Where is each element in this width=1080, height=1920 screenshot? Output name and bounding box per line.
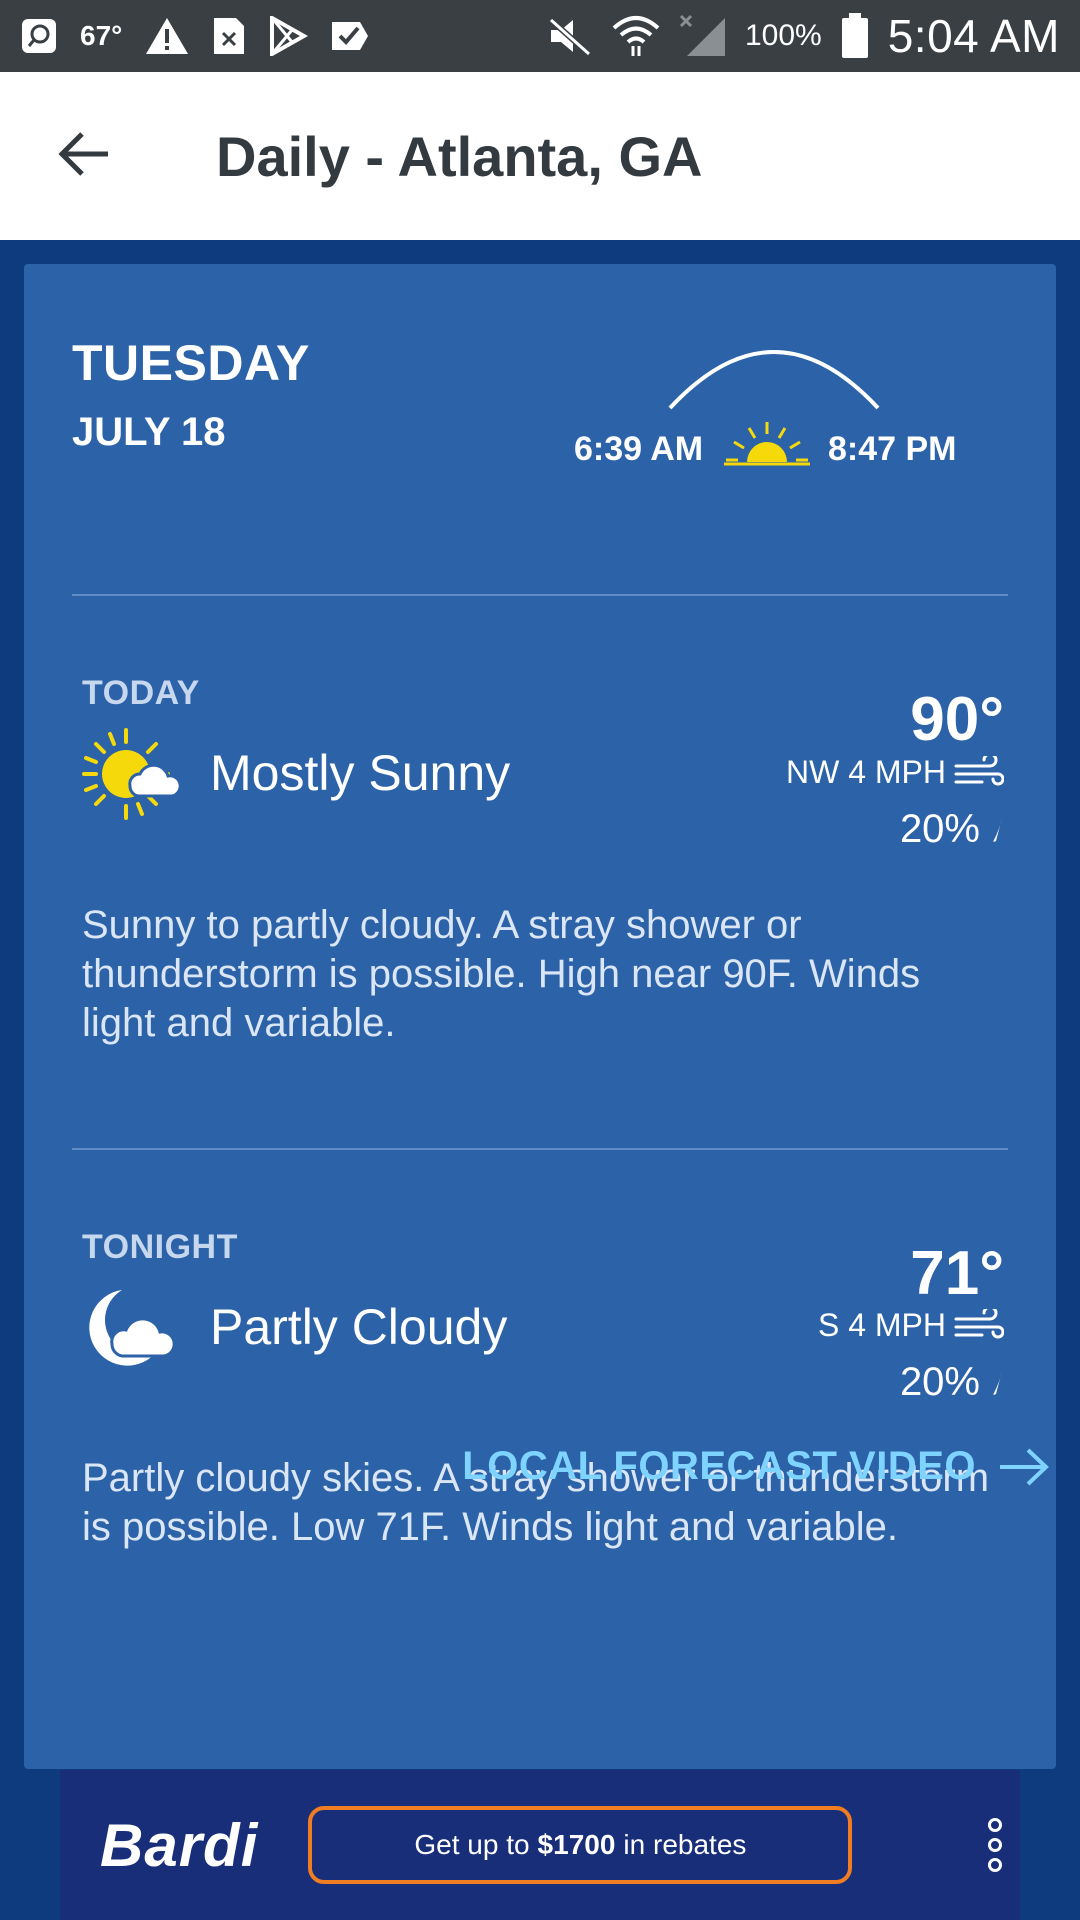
sunrise-time: 6:39 AM <box>574 430 704 468</box>
status-temperature: 67° <box>80 20 123 51</box>
raindrop-icon <box>993 1370 1002 1395</box>
back-arrow-icon <box>58 131 110 181</box>
cell-signal-icon <box>679 14 727 58</box>
ad-cta-prefix: Get up to <box>414 1829 530 1860</box>
ad-options-icon[interactable] <box>988 1818 1002 1872</box>
status-bar: 67° 100% 5:04 AM <box>0 0 1080 72</box>
check-icon <box>330 16 370 56</box>
mostly-sunny-icon <box>82 728 182 820</box>
app-bar: Daily - Atlanta, GA <box>0 72 1080 240</box>
sun-arc-icon <box>668 350 880 410</box>
back-button[interactable] <box>44 116 124 196</box>
play-store-icon <box>268 16 309 56</box>
wifi-icon <box>611 14 661 58</box>
battery-percent: 100% <box>744 19 822 52</box>
narrative-today: Sunny to partly cloudy. A stray shower o… <box>82 903 921 1045</box>
status-time: 5:04 AM <box>887 10 1060 62</box>
ad-cta-button[interactable]: Get up to $1700 in rebates <box>308 1806 853 1884</box>
wind-tonight: S 4 MPH <box>818 1307 1004 1344</box>
divider <box>72 594 1008 596</box>
sim-error-icon <box>212 16 246 56</box>
local-forecast-video-link[interactable]: LOCAL FORECAST VIDEO <box>462 1444 1050 1489</box>
ad-cta-suffix: in rebates <box>623 1829 747 1860</box>
sunset-time: 8:47 PM <box>828 430 957 468</box>
page-title: Daily - Atlanta, GA <box>216 124 703 188</box>
wind-today: NW 4 MPH <box>786 754 1004 791</box>
ad-cta-amount: $1700 <box>537 1829 616 1860</box>
warning-icon <box>144 16 190 56</box>
wind-icon <box>954 755 1004 785</box>
condition-tonight: Partly Cloudy <box>210 1299 508 1355</box>
day-date: JULY 18 <box>72 410 226 454</box>
sunrise-sun-icon <box>724 422 810 466</box>
day-name: TUESDAY <box>72 335 310 391</box>
battery-icon <box>840 13 870 59</box>
wind-text: S 4 MPH <box>817 1307 946 1343</box>
precip-text: 20% <box>899 1360 980 1404</box>
divider <box>72 1148 1008 1150</box>
arrow-right-icon <box>1000 1448 1049 1485</box>
mute-icon <box>547 16 593 56</box>
search-app-icon <box>20 17 58 55</box>
condition-today: Mostly Sunny <box>210 745 511 801</box>
temperature-tonight: 71° <box>910 1239 1004 1308</box>
video-link-label: LOCAL FORECAST VIDEO <box>462 1444 976 1488</box>
temperature-today: 90° <box>910 685 1004 754</box>
raindrop-icon <box>993 817 1002 842</box>
precip-tonight: 20% <box>900 1360 1004 1405</box>
wind-icon <box>954 1308 1004 1338</box>
ad-brand-logo: Bardi <box>100 1811 259 1879</box>
ad-banner[interactable]: Bardi Get up to $1700 in rebates <box>60 1770 1020 1920</box>
wind-text: NW 4 MPH <box>786 754 946 790</box>
period-label-today: TODAY <box>82 674 200 712</box>
daily-forecast-card: TUESDAY JULY 18 6:39 AM 8:47 PM TODAY Mo… <box>24 264 1056 1769</box>
precip-text: 20% <box>899 807 980 851</box>
precip-today: 20% <box>900 807 1004 852</box>
partly-cloudy-night-icon <box>89 1290 176 1366</box>
period-label-tonight: TONIGHT <box>82 1228 238 1266</box>
